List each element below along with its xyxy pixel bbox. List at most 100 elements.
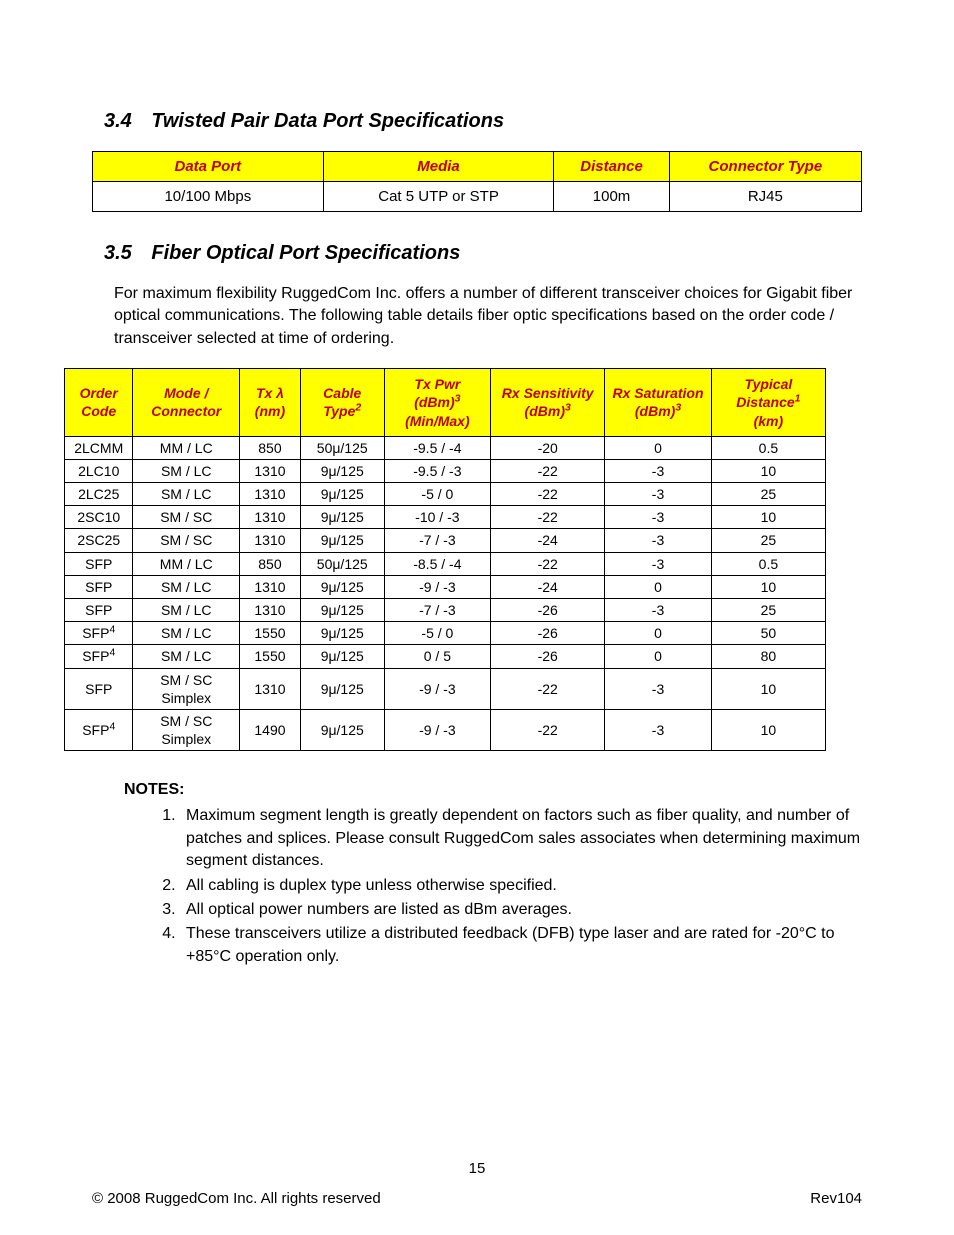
table-row: SFPSM / SCSimplex13109μ/125-9 / -3-22-31… — [65, 668, 826, 709]
table-cell: 50μ/125 — [300, 436, 384, 459]
table-cell: 2LC25 — [65, 483, 133, 506]
table-cell: -3 — [605, 506, 712, 529]
table-row: 2LC10SM / LC13109μ/125-9.5 / -3-22-310 — [65, 459, 826, 482]
table-cell: 9μ/125 — [300, 575, 384, 598]
table-cell: MM / LC — [133, 552, 240, 575]
heading-number: 3.4 — [104, 110, 132, 132]
table-row: SFP4SM / SCSimplex14909μ/125-9 / -3-22-3… — [65, 709, 826, 750]
table-cell: 10 — [711, 709, 825, 750]
table-cell: SM / SC — [133, 529, 240, 552]
th-media: Media — [323, 152, 554, 182]
table-cell: 850 — [240, 436, 301, 459]
table-cell: 0 — [605, 575, 712, 598]
table-cell: SFP4 — [65, 709, 133, 750]
table-cell: 9μ/125 — [300, 459, 384, 482]
table-cell: 25 — [711, 529, 825, 552]
table-cell: 10/100 Mbps — [93, 182, 324, 212]
table-cell: 0 — [605, 645, 712, 668]
note-item: Maximum segment length is greatly depend… — [180, 805, 862, 872]
table-cell: -26 — [491, 645, 605, 668]
table-cell: 100m — [554, 182, 669, 212]
table-cell: -24 — [491, 575, 605, 598]
heading-3-4: 3.4 Twisted Pair Data Port Specification… — [92, 110, 862, 133]
table-cell: 50 — [711, 622, 825, 645]
heading-number: 3.5 — [104, 242, 132, 264]
table-row: 2SC10SM / SC13109μ/125-10 / -3-22-310 — [65, 506, 826, 529]
table-cell: -7 / -3 — [384, 599, 491, 622]
table-cell: SM / LC — [133, 483, 240, 506]
table-header-cell: Cable Type2 — [300, 369, 384, 437]
table-cell: 9μ/125 — [300, 599, 384, 622]
page: 3.4 Twisted Pair Data Port Specification… — [0, 0, 954, 1235]
table-cell: -5 / 0 — [384, 622, 491, 645]
table-header-cell: Typical Distance1(km) — [711, 369, 825, 437]
table-cell: 9μ/125 — [300, 529, 384, 552]
table-row: 10/100 MbpsCat 5 UTP or STP100mRJ45 — [93, 182, 862, 212]
table-cell: 9μ/125 — [300, 506, 384, 529]
table-cell: 1550 — [240, 645, 301, 668]
table-cell: 1310 — [240, 668, 301, 709]
table-cell: 9μ/125 — [300, 645, 384, 668]
table-cell: -20 — [491, 436, 605, 459]
table-cell: 0 — [605, 436, 712, 459]
table-cell: SFP — [65, 599, 133, 622]
table-cell: -9.5 / -4 — [384, 436, 491, 459]
table-row: SFPSM / LC13109μ/125-9 / -3-24010 — [65, 575, 826, 598]
table-cell: -26 — [491, 599, 605, 622]
table-header-cell: Tx λ(nm) — [240, 369, 301, 437]
table-cell: -22 — [491, 668, 605, 709]
table-cell: 10 — [711, 668, 825, 709]
table-cell: -22 — [491, 459, 605, 482]
table-cell: -8.5 / -4 — [384, 552, 491, 575]
table-cell: 10 — [711, 506, 825, 529]
table-header-cell: Rx Saturation(dBm)3 — [605, 369, 712, 437]
th-connector-type: Connector Type — [669, 152, 861, 182]
table-cell: 9μ/125 — [300, 709, 384, 750]
table-row: SFPMM / LC85050μ/125-8.5 / -4-22-30.5 — [65, 552, 826, 575]
table-row: 2SC25SM / SC13109μ/125-7 / -3-24-325 — [65, 529, 826, 552]
heading-title: Fiber Optical Port Specifications — [151, 242, 460, 264]
table-cell: -22 — [491, 552, 605, 575]
table-cell: 25 — [711, 599, 825, 622]
table-cell: 1310 — [240, 599, 301, 622]
table-cell: 0.5 — [711, 436, 825, 459]
table-row: SFP4SM / LC15509μ/125-5 / 0-26050 — [65, 622, 826, 645]
table-cell: 10 — [711, 575, 825, 598]
table-cell: -22 — [491, 709, 605, 750]
table-cell: -3 — [605, 668, 712, 709]
table-cell: 1310 — [240, 575, 301, 598]
table-cell: -9 / -3 — [384, 668, 491, 709]
table-cell: 9μ/125 — [300, 483, 384, 506]
table-cell: SFP4 — [65, 645, 133, 668]
fiber-spec-table: Order CodeMode / ConnectorTx λ(nm)Cable … — [64, 368, 826, 751]
heading-title: Twisted Pair Data Port Specifications — [151, 110, 504, 132]
table-cell: -24 — [491, 529, 605, 552]
table-cell: 50μ/125 — [300, 552, 384, 575]
note-item: All optical power numbers are listed as … — [180, 899, 862, 921]
table-cell: 25 — [711, 483, 825, 506]
table-cell: SFP — [65, 552, 133, 575]
table-cell: -26 — [491, 622, 605, 645]
note-item: All cabling is duplex type unless otherw… — [180, 875, 862, 897]
table-row: 2LCMMMM / LC85050μ/125-9.5 / -4-2000.5 — [65, 436, 826, 459]
table-cell: -22 — [491, 483, 605, 506]
table-cell: 0 — [605, 622, 712, 645]
table-cell: SM / LC — [133, 459, 240, 482]
table-cell: -3 — [605, 483, 712, 506]
table-cell: 2LC10 — [65, 459, 133, 482]
table-row: 2LC25SM / LC13109μ/125-5 / 0-22-325 — [65, 483, 826, 506]
th-data-port: Data Port — [93, 152, 324, 182]
table-header-cell: Rx Sensitivity(dBm)3 — [491, 369, 605, 437]
table-header-cell: Tx Pwr(dBm)3(Min/Max) — [384, 369, 491, 437]
table-header-cell: Order Code — [65, 369, 133, 437]
table-cell: 1310 — [240, 483, 301, 506]
table-cell: 1310 — [240, 529, 301, 552]
table-header-cell: Mode / Connector — [133, 369, 240, 437]
table-cell: SM / LC — [133, 599, 240, 622]
footer-copyright: © 2008 RuggedCom Inc. All rights reserve… — [92, 1190, 381, 1207]
table-cell: SM / SC — [133, 506, 240, 529]
table-cell: -3 — [605, 599, 712, 622]
table-cell: -9 / -3 — [384, 709, 491, 750]
table-cell: 1310 — [240, 506, 301, 529]
fiber-intro-paragraph: For maximum flexibility RuggedCom Inc. o… — [92, 283, 862, 350]
